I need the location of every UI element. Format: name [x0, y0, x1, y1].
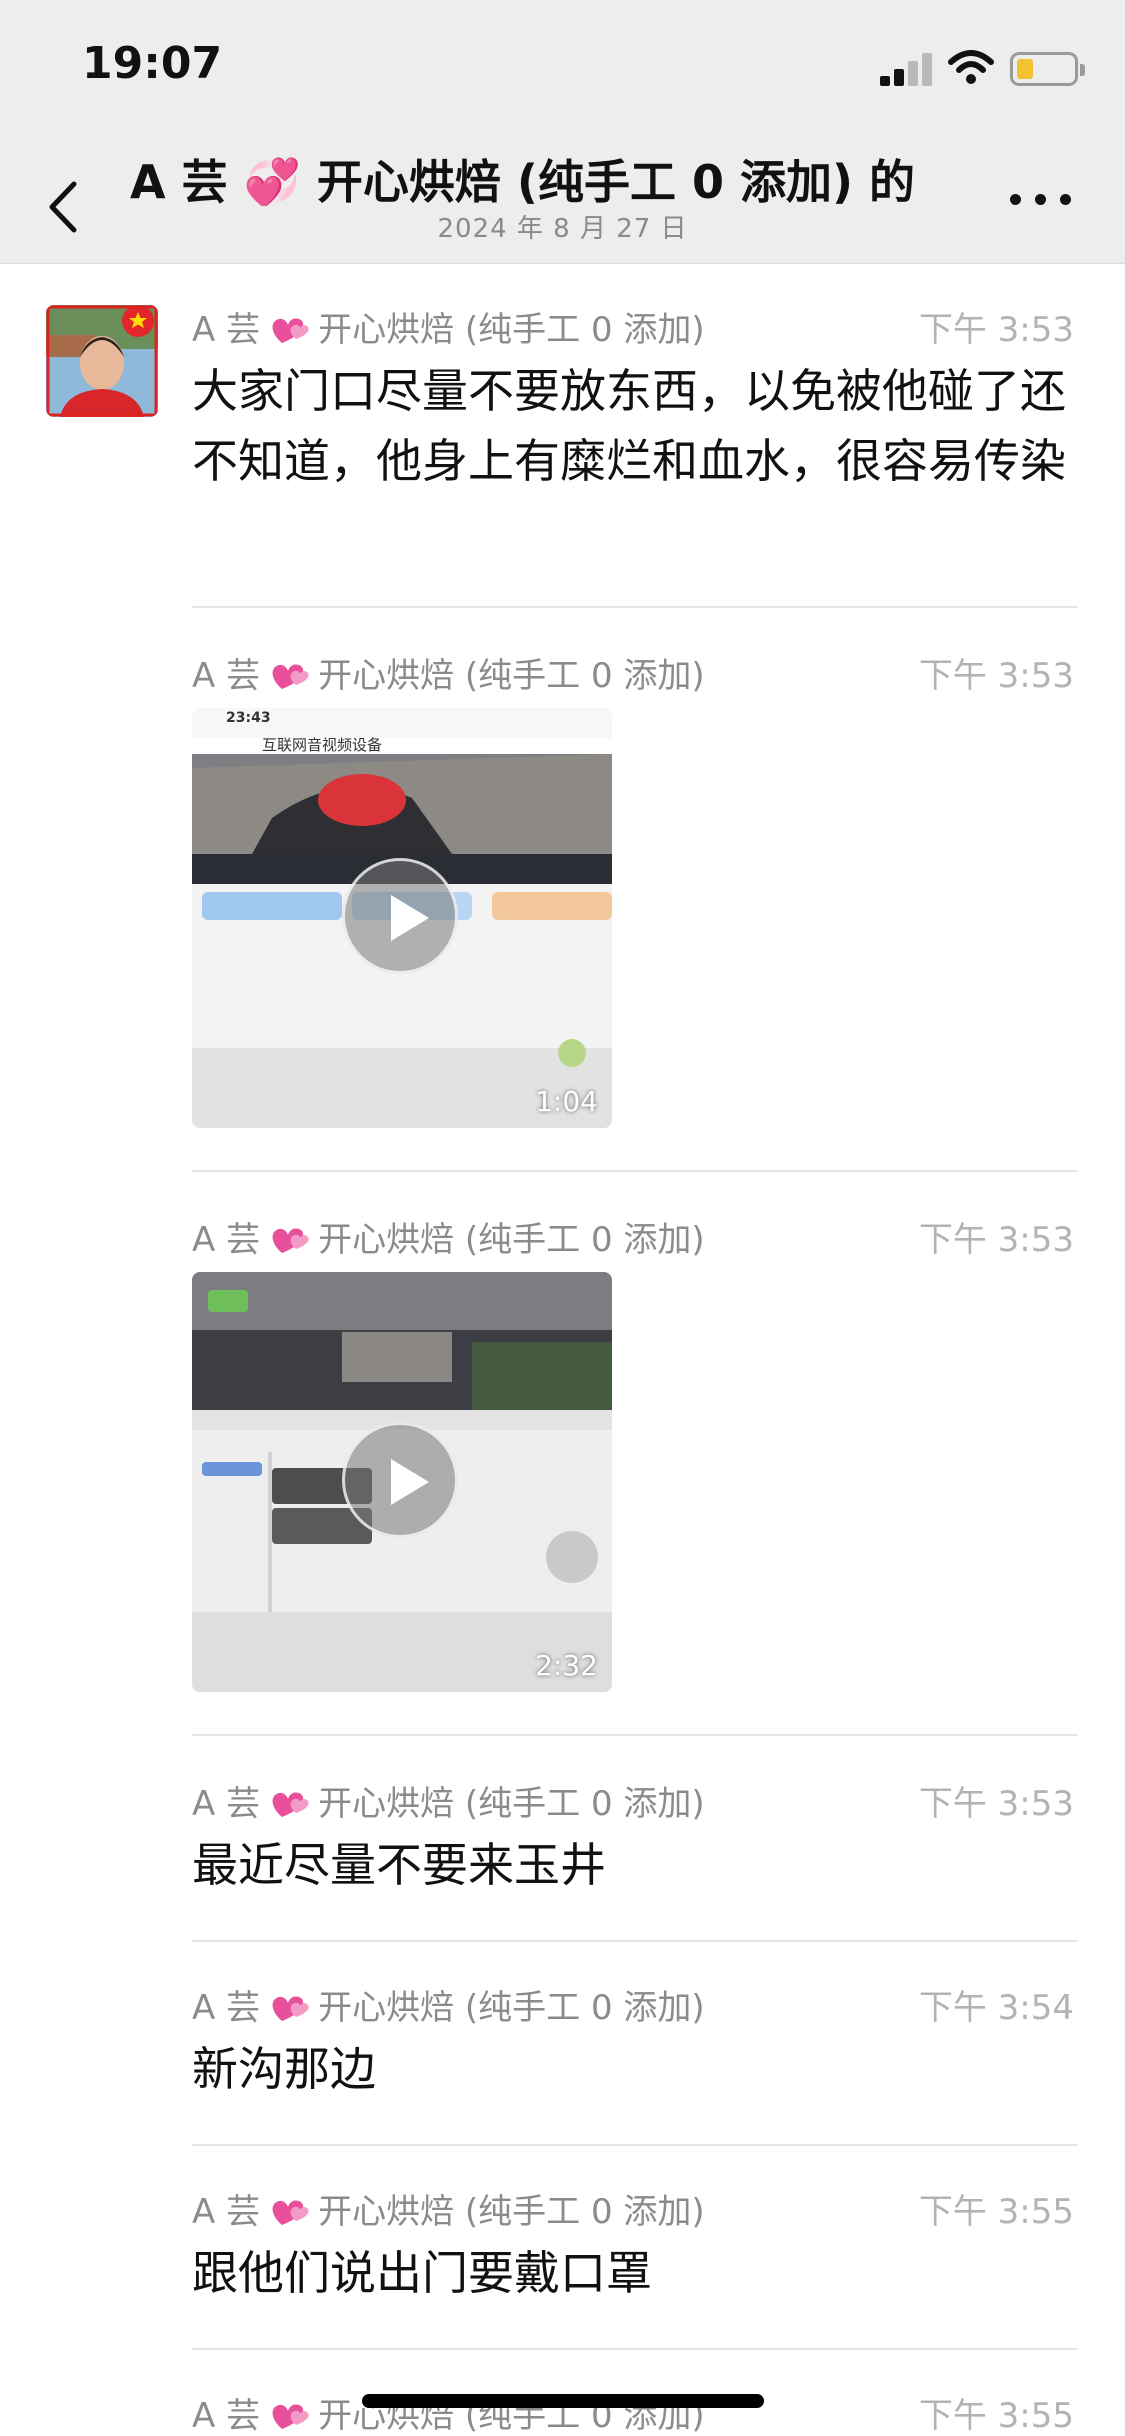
sender-name: A 芸开心烘焙 (纯手工 0 添加) [192, 1220, 705, 1260]
wifi-icon [948, 50, 994, 84]
status-time: 19:07 [82, 38, 223, 89]
heart-icon [272, 318, 309, 343]
sender-name: A 芸开心烘焙 (纯手工 0 添加) [192, 2192, 705, 2232]
divider [192, 1170, 1077, 1172]
divider [192, 2144, 1077, 2146]
play-icon[interactable] [342, 858, 458, 974]
heart-icon [272, 2200, 309, 2225]
message-header: A 芸开心烘焙 (纯手工 0 添加) 下午 3:53 [192, 1776, 1082, 1824]
message-time: 下午 3:53 [918, 1220, 1074, 1260]
play-icon[interactable] [342, 1422, 458, 1538]
message-text[interactable]: 新沟那边 [192, 2034, 1082, 2104]
message-text[interactable]: 最近尽量不要来玉井 [192, 1830, 1082, 1900]
heart-icon [272, 664, 309, 689]
message-time: 下午 3:53 [918, 1784, 1074, 1824]
heart-icon [272, 1228, 309, 1253]
message-text[interactable]: 大家门口尽量不要放东西，以免被他碰了还不知道，他身上有糜烂和血水，很容易传染 [192, 356, 1082, 496]
home-indicator[interactable] [362, 2394, 764, 2408]
video-duration: 1:04 [535, 1085, 598, 1118]
video-screen-title: 互联网音视频设备 [262, 736, 383, 754]
video-message[interactable]: 2:32 [192, 1272, 612, 1692]
chat-history-screen: 19:07 A 芸 💞 开心烘焙 (纯手工 0 添加) 的 2024 年 8 月… [0, 0, 1125, 2436]
nav-bar: A 芸 💞 开心烘焙 (纯手工 0 添加) 的 2024 年 8 月 27 日 [0, 132, 1125, 264]
message-text[interactable]: 跟他们说出门要戴口罩 [192, 2238, 1082, 2308]
status-bar: 19:07 [0, 0, 1125, 132]
divider [192, 1940, 1077, 1942]
sender-name: A 芸开心烘焙 (纯手工 0 添加) [192, 656, 705, 696]
chat-title: A 芸 💞 开心烘焙 (纯手工 0 添加) 的 [130, 155, 916, 206]
video-message[interactable]: 23:43 互联网音视频设备 1:04 [192, 708, 612, 1128]
divider [192, 2348, 1077, 2350]
heart-icon [272, 1792, 309, 1817]
sender-name: A 芸开心烘焙 (纯手工 0 添加) [192, 1988, 705, 2028]
avatar[interactable] [46, 305, 158, 417]
video-duration: 2:32 [535, 1649, 598, 1682]
message-header: A 芸开心烘焙 (纯手工 0 添加) 下午 3:53 [192, 648, 1082, 696]
message-time: 下午 3:53 [918, 656, 1074, 696]
message-header: A 芸开心烘焙 (纯手工 0 添加) 下午 3:55 [192, 2184, 1082, 2232]
message-header: A 芸开心烘焙 (纯手工 0 添加) 下午 3:53 [192, 302, 1082, 350]
message-header: A 芸开心烘焙 (纯手工 0 添加) 下午 3:53 [192, 1212, 1082, 1260]
sender-name: A 芸开心烘焙 (纯手工 0 添加) [192, 1784, 705, 1824]
message-time: 下午 3:53 [918, 310, 1074, 350]
video-clock: 23:43 [226, 710, 271, 726]
heart-icon [272, 2404, 309, 2429]
battery-icon [1010, 52, 1085, 86]
chat-date: 2024 年 8 月 27 日 [437, 214, 688, 244]
sender-name: A 芸开心烘焙 (纯手工 0 添加) [192, 310, 705, 350]
message-time: 下午 3:54 [918, 1988, 1074, 2028]
cellular-signal-icon [880, 52, 934, 86]
message-header: A 芸开心烘焙 (纯手工 0 添加) 下午 3:54 [192, 1980, 1082, 2028]
divider [192, 1734, 1077, 1736]
more-dots-icon[interactable] [1010, 182, 1072, 222]
divider [192, 606, 1077, 608]
heart-icon [272, 1996, 309, 2021]
message-time: 下午 3:55 [918, 2396, 1074, 2436]
message-time: 下午 3:55 [918, 2192, 1074, 2232]
